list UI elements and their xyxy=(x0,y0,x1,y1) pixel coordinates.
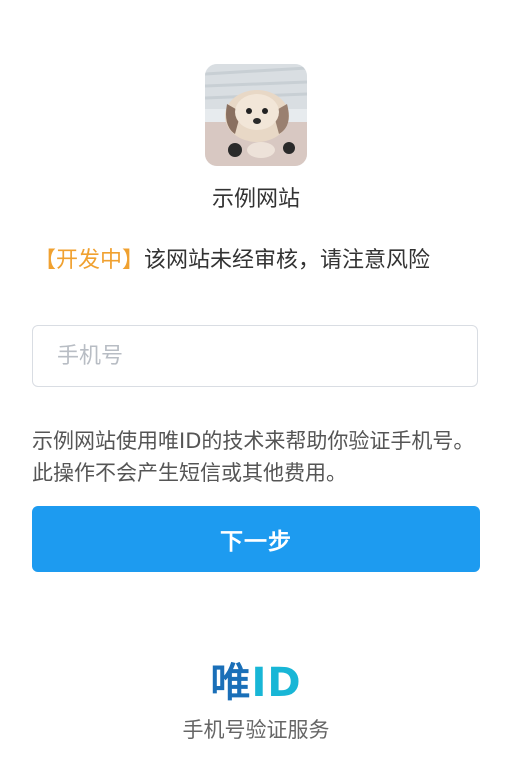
brand-logo: 唯ID xyxy=(0,650,512,708)
site-name: 示例网站 xyxy=(211,187,300,212)
usage-notice: 示例网站使用唯ID的技术来帮助你验证手机号。此操作不会产生短信或其他费用。 xyxy=(32,429,475,485)
next-button[interactable]: 下一步 xyxy=(32,506,480,572)
brand-logo-part1: 唯 xyxy=(210,660,252,706)
brand-tagline: 手机号验证服务 xyxy=(182,718,330,742)
phone-input[interactable] xyxy=(33,326,477,386)
site-avatar xyxy=(205,64,307,166)
phone-field[interactable] xyxy=(32,325,478,387)
dev-status-tag: 【开发中】 xyxy=(34,248,145,273)
brand-logo-part2: ID xyxy=(251,660,302,706)
warning-message: 该网站未经审核，请注意风险 xyxy=(144,248,431,273)
dog-photo-icon xyxy=(205,64,307,166)
risk-warning: 【开发中】该网站未经审核，请注意风险 xyxy=(34,245,430,277)
